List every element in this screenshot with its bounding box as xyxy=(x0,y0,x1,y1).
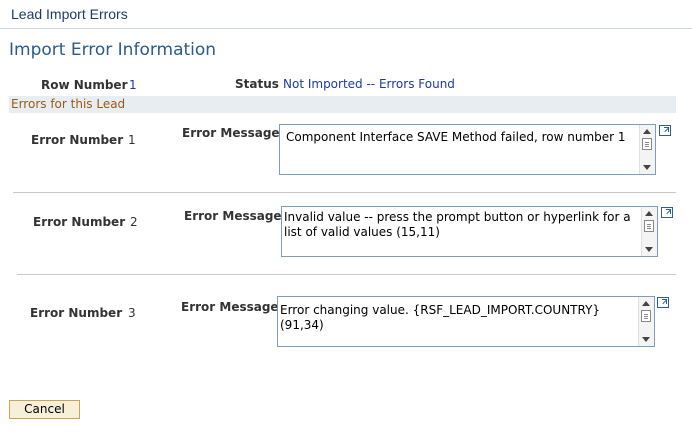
error-number-label: Error Number xyxy=(33,215,126,229)
scroll-up-arrow-icon[interactable] xyxy=(645,211,653,216)
title-divider xyxy=(0,28,692,29)
cancel-button[interactable]: Cancel xyxy=(9,400,80,419)
error-message-text: Error changing value. {RSF_LEAD_IMPORT.C… xyxy=(280,303,601,332)
row-number-label: Row Number xyxy=(41,78,128,92)
error-message-textarea[interactable]: Invalid value -- press the prompt button… xyxy=(281,206,658,257)
scroll-up-arrow-icon[interactable] xyxy=(643,129,651,134)
scroll-down-arrow-icon[interactable] xyxy=(643,165,651,170)
textarea-scrollbar[interactable] xyxy=(638,297,654,346)
scroll-thumb-icon[interactable] xyxy=(641,310,651,322)
expand-textarea-icon[interactable] xyxy=(659,125,671,136)
status-value: Not Imported -- Errors Found xyxy=(283,77,455,91)
row-divider xyxy=(17,274,676,275)
error-message-text: Invalid value -- press the prompt button… xyxy=(284,210,631,239)
error-message-textarea[interactable]: Error changing value. {RSF_LEAD_IMPORT.C… xyxy=(277,296,655,347)
expand-textarea-icon[interactable] xyxy=(661,207,673,218)
scroll-thumb-icon[interactable] xyxy=(644,220,654,232)
error-number-label: Error Number xyxy=(30,306,123,320)
error-number-value: 2 xyxy=(130,215,138,229)
error-message-label: Error Message xyxy=(184,209,282,223)
row-divider xyxy=(13,192,676,193)
error-message-label: Error Message xyxy=(182,126,280,140)
errors-group-title: Errors for this Lead xyxy=(11,97,126,111)
scroll-down-arrow-icon[interactable] xyxy=(645,247,653,252)
scroll-thumb-icon[interactable] xyxy=(642,138,652,150)
error-message-text: Component Interface SAVE Method failed, … xyxy=(286,130,626,144)
error-message-textarea[interactable]: Component Interface SAVE Method failed, … xyxy=(279,124,656,175)
textarea-scrollbar[interactable] xyxy=(641,207,657,256)
error-number-value: 1 xyxy=(128,133,136,147)
scroll-up-arrow-icon[interactable] xyxy=(642,301,650,306)
expand-textarea-icon[interactable] xyxy=(657,297,669,308)
errors-group-header: Errors for this Lead xyxy=(9,96,676,113)
status-label: Status xyxy=(235,77,279,91)
section-title: Import Error Information xyxy=(9,40,217,60)
textarea-scrollbar[interactable] xyxy=(639,125,655,174)
row-number-value: 1 xyxy=(129,78,137,92)
error-number-label: Error Number xyxy=(31,133,124,147)
error-message-label: Error Message xyxy=(181,300,279,314)
page-title: Lead Import Errors xyxy=(11,6,128,22)
error-number-value: 3 xyxy=(128,306,136,320)
scroll-down-arrow-icon[interactable] xyxy=(642,337,650,342)
